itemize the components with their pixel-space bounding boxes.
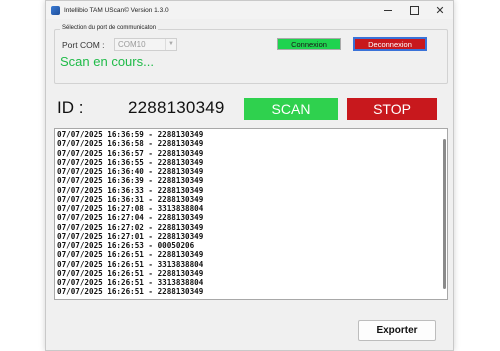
port-selection-group: Sélection du port de communicaton Port C… bbox=[54, 25, 448, 84]
log-entry[interactable]: 07/07/2025 16:26:51 - 2288130349 bbox=[57, 250, 203, 259]
minimize-icon[interactable] bbox=[375, 1, 401, 19]
log-entry[interactable]: 07/07/2025 16:36:33 - 2288130349 bbox=[57, 186, 203, 195]
log-entry[interactable]: 07/07/2025 16:36:55 - 2288130349 bbox=[57, 158, 203, 167]
log-entry[interactable]: 07/07/2025 16:36:58 - 2288130349 bbox=[57, 139, 203, 148]
export-button[interactable]: Exporter bbox=[358, 320, 436, 341]
chevron-down-icon[interactable]: ▼ bbox=[165, 39, 176, 50]
log-entry[interactable]: 07/07/2025 16:27:04 - 2288130349 bbox=[57, 213, 203, 222]
log-entries: 07/07/2025 16:36:59 - 2288130349 07/07/20… bbox=[57, 130, 203, 297]
log-entry[interactable]: 07/07/2025 16:26:53 - 00050206 bbox=[57, 241, 203, 250]
log-entry[interactable]: 07/07/2025 16:27:02 - 2288130349 bbox=[57, 223, 203, 232]
app-icon bbox=[51, 5, 60, 15]
log-scrollbar[interactable] bbox=[443, 139, 446, 289]
scan-button[interactable]: SCAN bbox=[244, 98, 338, 120]
title-bar[interactable]: Intellibio TAM UScan© Version 1.3.0 ✕ bbox=[46, 1, 453, 19]
log-entry[interactable]: 07/07/2025 16:36:39 - 2288130349 bbox=[57, 176, 203, 185]
id-value: 2288130349 bbox=[128, 98, 225, 117]
log-entry[interactable]: 07/07/2025 16:36:57 - 2288130349 bbox=[57, 149, 203, 158]
disconnect-button[interactable]: Deconnexion bbox=[353, 37, 427, 51]
log-entry[interactable]: 07/07/2025 16:26:51 - 2288130349 bbox=[57, 287, 203, 296]
scan-log-list[interactable]: 07/07/2025 16:36:59 - 2288130349 07/07/20… bbox=[54, 128, 448, 300]
group-legend: Sélection du port de communicaton bbox=[60, 25, 159, 31]
log-entry[interactable]: 07/07/2025 16:36:59 - 2288130349 bbox=[57, 130, 203, 139]
app-window: Intellibio TAM UScan© Version 1.3.0 ✕ Sé… bbox=[45, 0, 454, 351]
log-entry[interactable]: 07/07/2025 16:26:51 - 2288130349 bbox=[57, 269, 203, 278]
window-title: Intellibio TAM UScan© Version 1.3.0 bbox=[64, 6, 169, 14]
connect-button[interactable]: Connexion bbox=[277, 38, 341, 50]
maximize-icon[interactable] bbox=[401, 1, 427, 19]
stop-button[interactable]: STOP bbox=[347, 98, 437, 120]
window-controls: ✕ bbox=[375, 1, 453, 19]
close-icon[interactable]: ✕ bbox=[427, 1, 453, 19]
port-com-select[interactable]: COM10 ▼ bbox=[114, 38, 177, 51]
port-com-value: COM10 bbox=[118, 40, 146, 49]
log-entry[interactable]: 07/07/2025 16:26:51 - 3313838804 bbox=[57, 260, 203, 269]
log-entry[interactable]: 07/07/2025 16:27:08 - 3313838804 bbox=[57, 204, 203, 213]
port-com-label: Port COM : bbox=[62, 40, 105, 50]
log-entry[interactable]: 07/07/2025 16:27:01 - 2288130349 bbox=[57, 232, 203, 241]
id-label: ID : bbox=[57, 98, 84, 117]
log-entry[interactable]: 07/07/2025 16:36:40 - 2288130349 bbox=[57, 167, 203, 176]
scan-status: Scan en cours... bbox=[60, 54, 154, 69]
log-entry[interactable]: 07/07/2025 16:36:31 - 2288130349 bbox=[57, 195, 203, 204]
log-entry[interactable]: 07/07/2025 16:26:51 - 3313838804 bbox=[57, 278, 203, 287]
